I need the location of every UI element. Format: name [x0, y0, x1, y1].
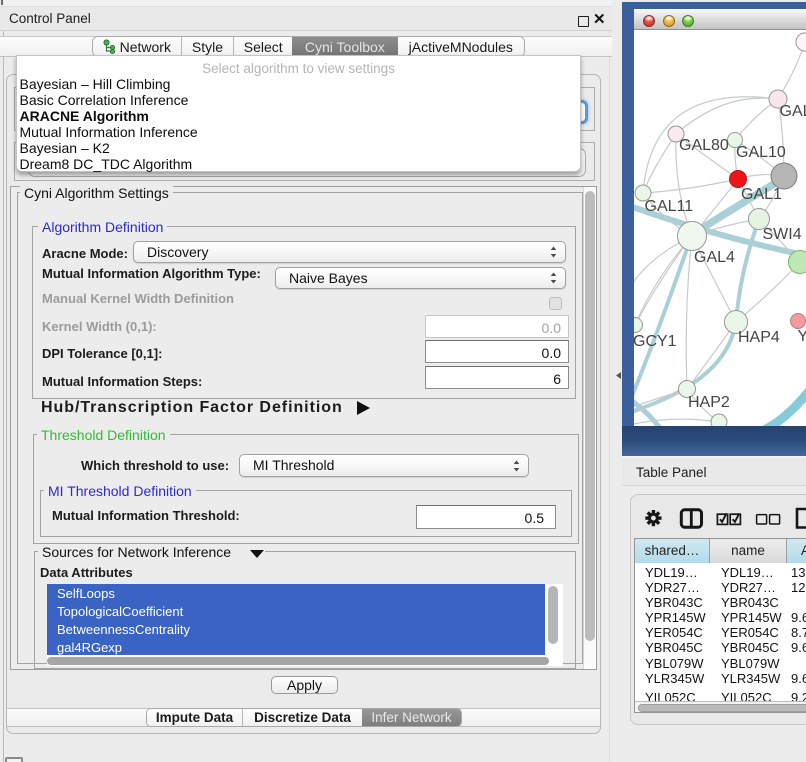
svg-text:GAL11: GAL11 [645, 198, 694, 215]
svg-text:GCY1: GCY1 [634, 333, 677, 350]
svg-text:GAL80: GAL80 [679, 137, 729, 154]
svg-text:Y: Y [798, 328, 806, 345]
svg-text:GAL10: GAL10 [736, 144, 786, 161]
svg-text:GAL4: GAL4 [694, 249, 735, 266]
svg-text:GAL1: GAL1 [741, 186, 782, 203]
svg-text:SWI4: SWI4 [763, 226, 802, 243]
svg-text:HAP2: HAP2 [688, 394, 730, 411]
svg-text:HAP4: HAP4 [738, 329, 780, 346]
svg-text:GAL7: GAL7 [780, 103, 806, 120]
